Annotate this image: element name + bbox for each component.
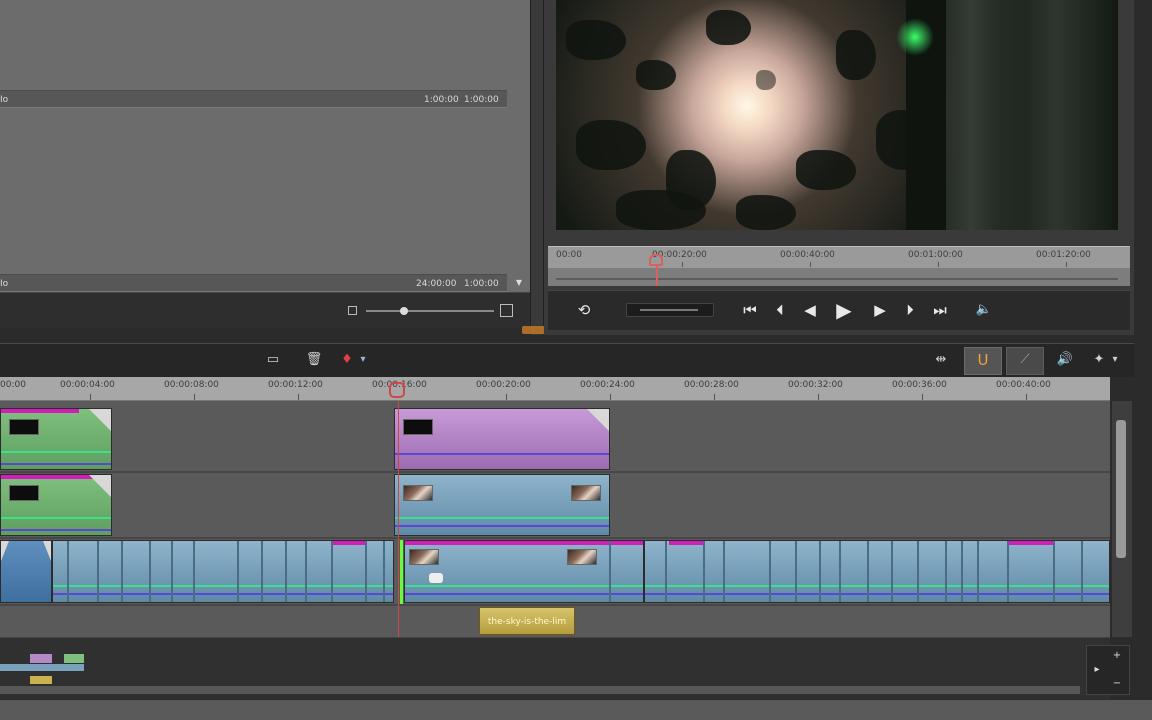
panel-splitter[interactable] — [530, 0, 544, 335]
track3-clip-a[interactable] — [52, 540, 394, 603]
track3-clip-selected[interactable] — [404, 540, 644, 603]
track2-green-clip[interactable] — [0, 474, 112, 536]
go-to-end-icon[interactable]: ⏭ — [928, 300, 952, 320]
loop-icon[interactable]: ⟲ — [572, 300, 596, 320]
library-scroll-down-icon[interactable]: ▼ — [512, 276, 526, 290]
zoom-large-icon[interactable] — [500, 304, 513, 317]
library-footer-btn-1[interactable]: 24:00:00 — [416, 275, 456, 293]
overview-zoom-out-icon[interactable]: − — [1110, 678, 1124, 692]
timeline-ruler-label-3: 00:00:12:00 — [268, 380, 323, 390]
previous-frame-icon[interactable]: ⏴ — [768, 300, 792, 320]
timeline-ruler-label-2: 00:00:08:00 — [164, 380, 219, 390]
jog-indicator — [640, 309, 698, 311]
timeline-ruler-label-8: 00:00:32:00 — [788, 380, 843, 390]
library-footer-text: Io — [0, 279, 9, 289]
play-icon[interactable]: ▶ — [832, 300, 856, 320]
delete-icon[interactable]: 🗑 — [305, 352, 323, 368]
timeline-ruler-label-10: 00:00:40:00 — [996, 380, 1051, 390]
overview-scrollbar[interactable] — [0, 686, 1080, 694]
ripple-edit-icon[interactable]: ⇹ — [932, 352, 950, 368]
overview-expand-icon[interactable]: ▸ — [1090, 664, 1104, 678]
title-clip[interactable]: the-sky-is-the-lim — [479, 607, 575, 635]
magnet-icon[interactable]: U — [974, 352, 992, 368]
zoom-slider-track[interactable] — [366, 310, 494, 312]
library-row-header-text: Io — [0, 95, 9, 105]
track3-clip-start[interactable] — [0, 540, 52, 603]
timeline-ruler-label-0: 00:00 — [0, 380, 26, 390]
volume-icon[interactable]: 🔈 — [972, 300, 996, 320]
player-ruler-label-3: 00:01:00:00 — [908, 250, 963, 260]
player-ruler-label-4: 00:01:20:00 — [1036, 250, 1091, 260]
library-row-header[interactable]: Io 1:00:00 1:00:00 — [0, 90, 507, 108]
timeline-vertical-scroll-thumb[interactable] — [1116, 420, 1126, 558]
library-row-btn-2[interactable]: 1:00:00 — [464, 91, 499, 109]
track2-blue-clip[interactable] — [394, 474, 610, 536]
track3-clip-b[interactable] — [644, 540, 1110, 603]
timeline-ruler-label-1: 00:00:04:00 — [60, 380, 115, 390]
step-back-icon[interactable]: ◀ — [798, 300, 822, 320]
edit-point-marker — [400, 540, 403, 604]
player-ruler-label-0: 00:00 — [556, 250, 582, 260]
library-row-btn-1[interactable]: 1:00:00 — [424, 91, 459, 109]
timeline-ruler-label-6: 00:00:24:00 — [580, 380, 635, 390]
marker-icon[interactable]: ♦ — [338, 352, 356, 368]
status-strip — [0, 700, 1152, 720]
more-options-icon[interactable]: ✦ — [1090, 352, 1108, 368]
video-preview — [556, 0, 1118, 230]
timeline-playhead-line — [398, 401, 399, 637]
player-ruler-label-2: 00:00:40:00 — [780, 250, 835, 260]
audio-mixer-icon[interactable]: 🔊 — [1056, 352, 1074, 368]
library-panel — [0, 0, 530, 292]
track1-purple-clip[interactable] — [394, 408, 610, 470]
overview-zoom-in-icon[interactable]: + — [1110, 650, 1124, 664]
timeline-ruler-label-9: 00:00:36:00 — [892, 380, 947, 390]
library-footer-btn-2[interactable]: 1:00:00 — [464, 275, 499, 293]
zoom-small-icon[interactable] — [348, 306, 357, 315]
step-forward-icon[interactable]: ▶ — [868, 300, 892, 320]
timeline-ruler-label-7: 00:00:28:00 — [684, 380, 739, 390]
curve-icon[interactable]: ⟋ — [1016, 352, 1034, 368]
library-footer-bar[interactable]: Io 24:00:00 1:00:00 — [0, 274, 507, 292]
timeline-ruler-label-5: 00:00:20:00 — [476, 380, 531, 390]
marker-dropdown-icon[interactable]: ▾ — [358, 352, 368, 368]
player-scrub-bar[interactable] — [548, 268, 1130, 286]
more-dropdown-icon[interactable]: ▾ — [1110, 352, 1120, 368]
add-title-icon[interactable]: ▭ — [264, 352, 282, 368]
track1-green-clip[interactable] — [0, 408, 112, 470]
next-frame-icon[interactable]: ⏵ — [898, 300, 922, 320]
timeline-playhead-icon[interactable] — [389, 382, 405, 398]
player-playhead-line — [656, 264, 659, 286]
go-to-start-icon[interactable]: ⏮ — [738, 300, 762, 320]
